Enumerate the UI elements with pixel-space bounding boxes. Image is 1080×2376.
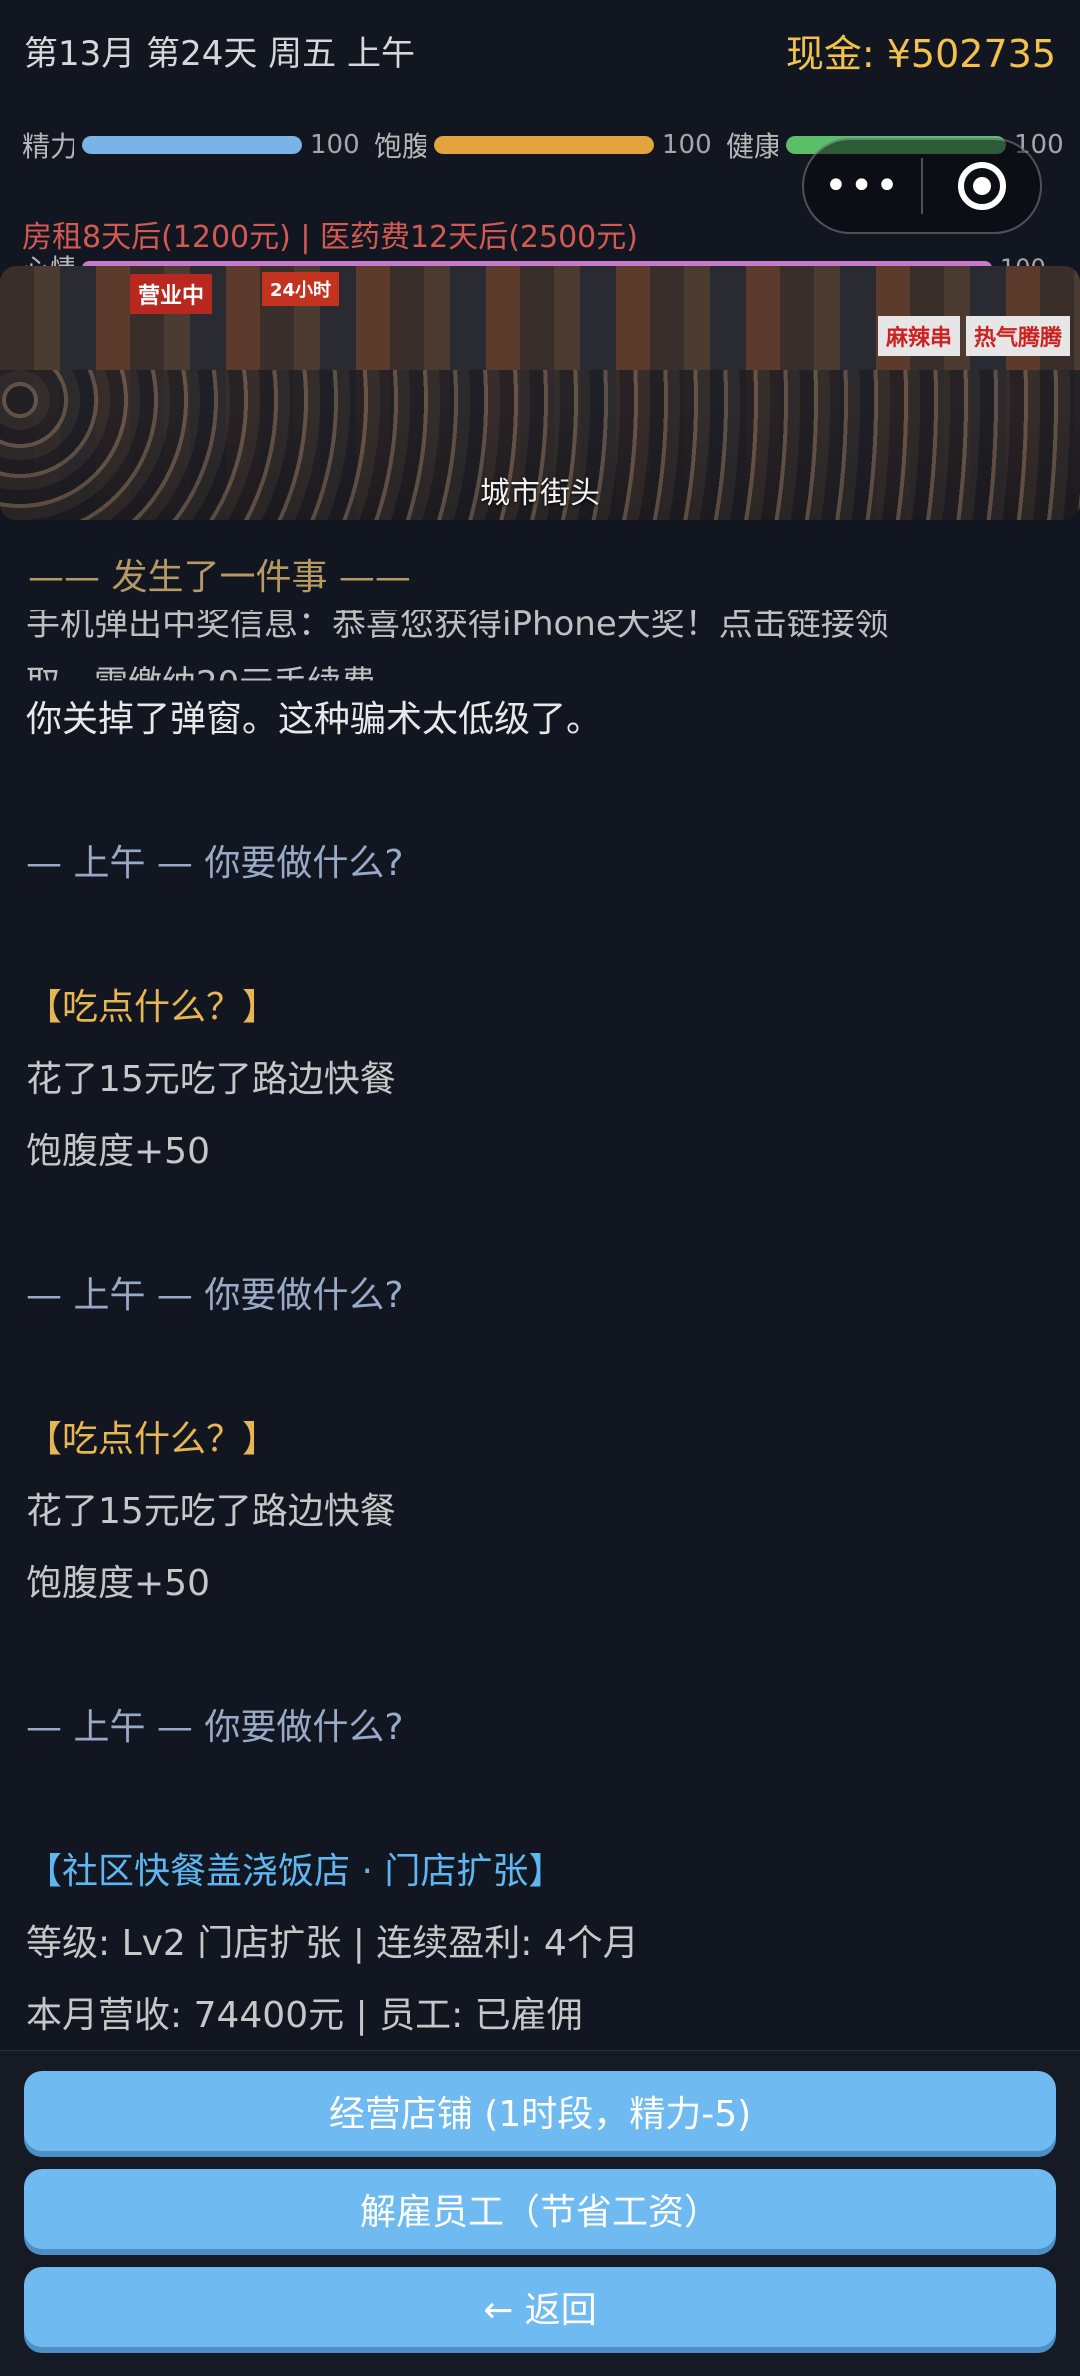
manage-shop-button[interactable]: 经营店铺 (1时段，精力-5)	[24, 2071, 1056, 2151]
log-line: 饱腹度+50	[26, 1563, 210, 1604]
stat-bar	[434, 136, 654, 154]
stat-fill	[82, 136, 302, 154]
log-line: 等级: Lv2 门店扩张 | 连续盈利: 4个月	[26, 1923, 639, 1964]
back-button[interactable]: ← 返回	[24, 2267, 1056, 2347]
log-line: — 上午 — 你要做什么?	[26, 1707, 404, 1748]
stat-satiety: 饱腹 100	[374, 125, 712, 165]
stat-label: 精力	[22, 130, 74, 163]
scene-banner: 营业中 24小时 麻辣串 热气腾腾 城市街头	[0, 266, 1080, 520]
top-header: 第13月 第24天 周五 上午 现金: ¥502735	[0, 0, 1080, 100]
log-line: 花了15元吃了路边快餐	[26, 1059, 396, 1100]
log-line: 花了15元吃了路边快餐	[26, 1491, 396, 1532]
target-circle-icon	[957, 162, 1006, 210]
more-button[interactable]: •••	[804, 140, 921, 232]
fire-staff-button[interactable]: 解雇员工（节省工资）	[24, 2169, 1056, 2249]
shop-sign: 麻辣串	[878, 316, 961, 356]
shop-sign: 营业中	[130, 274, 213, 314]
close-miniprogram-button[interactable]	[923, 140, 1040, 232]
log-line: 【吃点什么？】	[26, 987, 279, 1028]
cash-amount: 现金: ¥502735	[785, 31, 1056, 76]
shop-sign: 24小时	[262, 272, 340, 306]
stat-value: 100	[310, 130, 360, 160]
log-line: 本月营收: 74400元 | 员工: 已雇佣	[26, 1995, 583, 2036]
log-line: 【社区快餐盖浇饭店 · 门店扩张】	[26, 1851, 565, 1892]
event-title: —— 发生了一件事 ——	[28, 557, 411, 598]
log-line: — 上午 — 你要做什么?	[26, 843, 404, 884]
stat-label: 饱腹	[374, 130, 426, 163]
miniprogram-capsule: •••	[802, 138, 1042, 234]
message-log[interactable]: 手机弹出中奖信息：恭喜您获得iPhone大奖！点击链接领 取，需缴纳20元手续费…	[0, 610, 1080, 2050]
more-dots-icon: •••	[824, 163, 901, 209]
stat-energy: 精力 100	[22, 125, 360, 165]
log-line: 你关掉了弹窗。这种骗术太低级了。	[26, 699, 603, 740]
log-line-clipped: 手机弹出中奖信息：恭喜您获得iPhone大奖！点击链接领	[26, 610, 889, 644]
game-date: 第13月 第24天 周五 上午	[24, 33, 415, 74]
shop-sign: 热气腾腾	[966, 316, 1071, 356]
log-line: 饱腹度+50	[26, 1131, 210, 1172]
stat-label: 健康	[726, 130, 778, 163]
stat-value: 100	[662, 130, 712, 160]
stat-fill	[434, 136, 654, 154]
stat-bar	[82, 136, 302, 154]
banner-caption: 城市街头	[480, 476, 600, 511]
log-line: 【吃点什么？】	[26, 1419, 279, 1460]
log-line: — 上午 — 你要做什么?	[26, 1275, 404, 1316]
action-panel: 经营店铺 (1时段，精力-5) 解雇员工（节省工资） ← 返回	[0, 2050, 1080, 2376]
